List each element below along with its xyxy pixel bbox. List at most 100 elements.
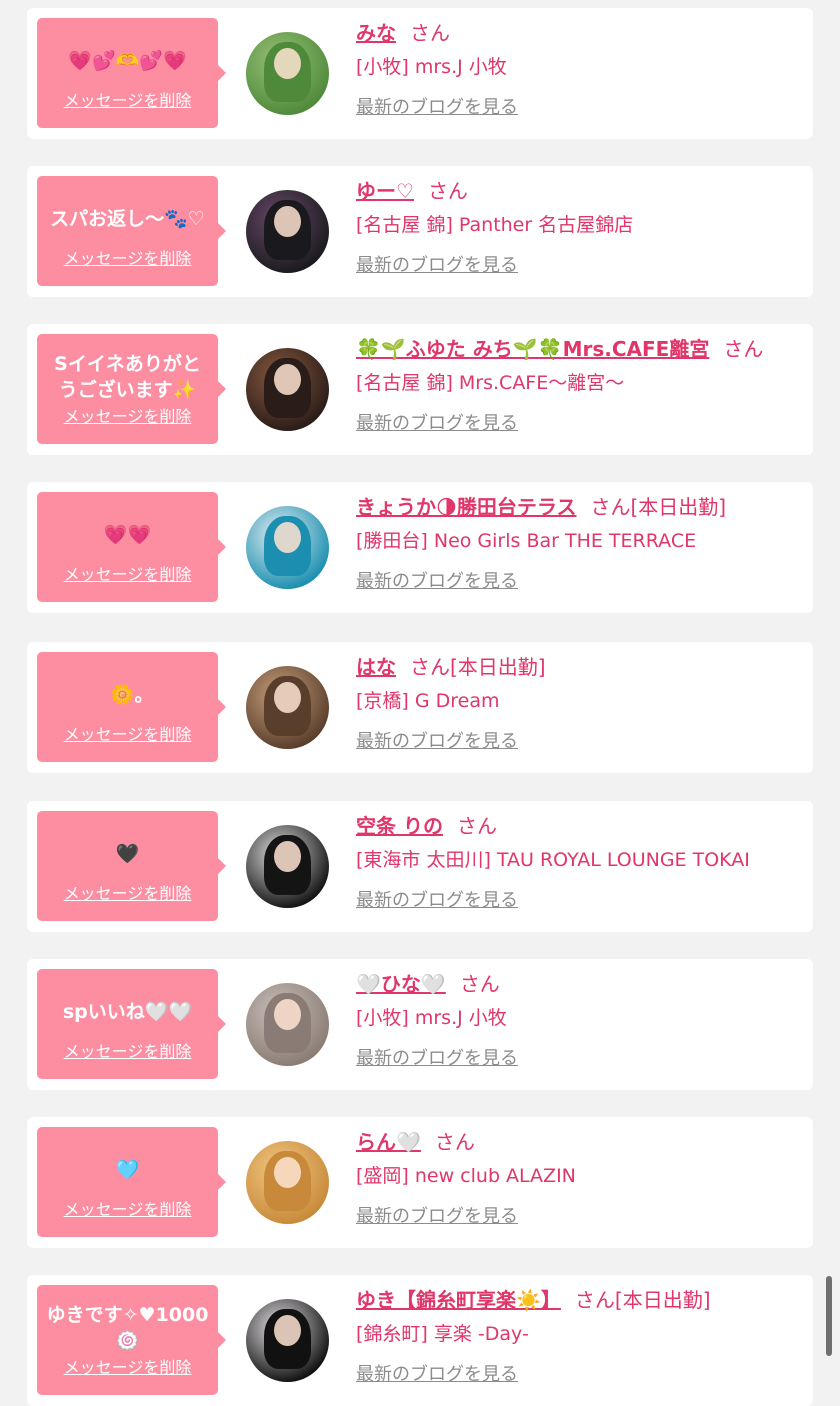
avatar[interactable] bbox=[246, 666, 329, 749]
message-bubble: 🩵 メッセージを削除 bbox=[37, 1127, 226, 1237]
sender-name-line: 🍀🌱ふゆた みち🌱🍀Mrs.CAFE離宮 さん bbox=[356, 334, 803, 364]
message-text: 💗💗 bbox=[103, 524, 152, 546]
message-card: ゆきです✧♥1000🍥 メッセージを削除 ゆき【錦糸町享楽☀️】 さん[本日出勤] [錦… bbox=[27, 1275, 813, 1406]
work-status: [本日出勤] bbox=[614, 1288, 711, 1312]
shop-name: [小牧] mrs.J 小牧 bbox=[356, 56, 507, 78]
message-bubble: スパお返し〜🐾♡ メッセージを削除 bbox=[37, 176, 226, 286]
scrollbar[interactable] bbox=[826, 1276, 832, 1356]
message-card: 💗💗 メッセージを削除 きょうか🌗勝田台テラス さん[本日出勤] [勝田台] Neo G… bbox=[27, 482, 813, 613]
view-latest-blog-link[interactable]: 最新のブログを見る bbox=[356, 1202, 518, 1228]
delete-message-link[interactable]: メッセージを削除 bbox=[37, 87, 218, 111]
message-card: spいいね🤍🤍 メッセージを削除 🤍ひな🤍 さん [小牧] mrs.J 小牧 最新のブログ… bbox=[27, 959, 813, 1090]
sender-info: 空条 りの さん [東海市 太田川] TAU ROYAL LOUNGE TOKAI 最… bbox=[356, 811, 803, 912]
avatar[interactable] bbox=[246, 506, 329, 589]
avatar-face bbox=[274, 841, 301, 872]
sender-info: 🍀🌱ふゆた みち🌱🍀Mrs.CAFE離宮 さん [名古屋 錦] Mrs.CAFE〜離… bbox=[356, 334, 803, 435]
message-bubble: 💗💗 メッセージを削除 bbox=[37, 492, 226, 602]
delete-message-link[interactable]: メッセージを削除 bbox=[37, 1354, 218, 1378]
view-latest-blog-link[interactable]: 最新のブログを見る bbox=[356, 567, 518, 593]
message-card: 🖤 メッセージを削除 空条 りの さん [東海市 太田川] TAU ROYAL LOUN… bbox=[27, 801, 813, 932]
honorific: さん bbox=[574, 1288, 615, 1312]
delete-message-link[interactable]: メッセージを削除 bbox=[37, 245, 218, 269]
sender-name-link[interactable]: らん🤍 bbox=[356, 1130, 421, 1154]
message-text: ゆきです✧♥1000🍥 bbox=[46, 1304, 209, 1352]
message-card: 🩵 メッセージを削除 らん🤍 さん [盛岡] new club ALAZIN 最新のブログ… bbox=[27, 1117, 813, 1248]
avatar-face bbox=[274, 1315, 301, 1346]
honorific: さん bbox=[590, 495, 631, 519]
delete-message-link[interactable]: メッセージを削除 bbox=[37, 880, 218, 904]
message-text: spいいね🤍🤍 bbox=[62, 1001, 193, 1023]
message-bubble: Sイイネありがとうございます✨ メッセージを削除 bbox=[37, 334, 226, 444]
sender-info: みな さん [小牧] mrs.J 小牧最新のブログを見る bbox=[356, 18, 803, 119]
avatar-face bbox=[274, 682, 301, 713]
message-text: 💗💕🫶💕💗 bbox=[68, 50, 187, 72]
avatar-face bbox=[274, 364, 301, 395]
avatar-face bbox=[274, 1157, 301, 1188]
sender-name-line: 空条 りの さん bbox=[356, 811, 803, 841]
message-text: 🩵 bbox=[115, 1159, 140, 1181]
sender-info: はな さん[本日出勤] [京橋] G Dream 最新のブログを見る bbox=[356, 652, 803, 753]
sender-name-line: みな さん bbox=[356, 18, 803, 48]
message-text: Sイイネありがとうございます✨ bbox=[54, 353, 201, 401]
sender-name-link[interactable]: 空条 りの bbox=[356, 814, 443, 838]
sender-name-link[interactable]: 🤍ひな🤍 bbox=[356, 972, 446, 996]
avatar-face bbox=[274, 206, 301, 237]
sender-info: ゆー♡ さん [名古屋 錦] Panther 名古屋錦店 最新のブログを見る bbox=[356, 176, 803, 277]
avatar-face bbox=[274, 999, 301, 1030]
delete-message-link[interactable]: メッセージを削除 bbox=[37, 721, 218, 745]
avatar[interactable] bbox=[246, 190, 329, 273]
message-bubble: 🖤 メッセージを削除 bbox=[37, 811, 226, 921]
shop-name: [東海市 太田川] TAU ROYAL LOUNGE TOKAI bbox=[356, 849, 750, 871]
sender-name-line: ゆき【錦糸町享楽☀️】 さん[本日出勤] bbox=[356, 1285, 803, 1315]
delete-message-link[interactable]: メッセージを削除 bbox=[37, 1038, 218, 1062]
message-bubble: 🌼｡ メッセージを削除 bbox=[37, 652, 226, 762]
message-card: 🌼｡ メッセージを削除 はな さん[本日出勤] [京橋] G Dream 最新のブログを見… bbox=[27, 642, 813, 773]
avatar-face bbox=[274, 48, 301, 79]
avatar[interactable] bbox=[246, 32, 329, 115]
shop-name: [勝田台] Neo Girls Bar THE TERRACE bbox=[356, 530, 697, 552]
sender-name-link[interactable]: ゆき【錦糸町享楽☀️】 bbox=[356, 1288, 561, 1312]
work-status: [本日出勤] bbox=[630, 495, 727, 519]
sender-name-link[interactable]: きょうか🌗勝田台テラス bbox=[356, 495, 576, 519]
sender-name-line: きょうか🌗勝田台テラス さん[本日出勤] bbox=[356, 492, 803, 522]
avatar[interactable] bbox=[246, 348, 329, 431]
avatar[interactable] bbox=[246, 983, 329, 1066]
honorific: さん bbox=[410, 655, 450, 679]
sender-name-line: らん🤍 さん bbox=[356, 1127, 803, 1157]
sender-name-link[interactable]: 🍀🌱ふゆた みち🌱🍀Mrs.CAFE離宮 bbox=[356, 337, 709, 361]
view-latest-blog-link[interactable]: 最新のブログを見る bbox=[356, 1044, 518, 1070]
message-text: 🌼｡ bbox=[110, 684, 145, 706]
sender-name-link[interactable]: みな bbox=[356, 21, 396, 45]
sender-info: ゆき【錦糸町享楽☀️】 さん[本日出勤] [錦糸町] 享楽 -Day- 最新のブログを… bbox=[356, 1285, 803, 1386]
message-text: スパお返し〜🐾♡ bbox=[50, 208, 205, 230]
delete-message-link[interactable]: メッセージを削除 bbox=[37, 403, 218, 427]
sender-info: 🤍ひな🤍 さん [小牧] mrs.J 小牧 最新のブログを見る bbox=[356, 969, 803, 1070]
sender-name-line: はな さん[本日出勤] bbox=[356, 652, 803, 682]
honorific: さん bbox=[723, 337, 764, 361]
sender-name-link[interactable]: ゆー♡ bbox=[356, 179, 414, 203]
view-latest-blog-link[interactable]: 最新のブログを見る bbox=[356, 1360, 518, 1386]
sender-info: きょうか🌗勝田台テラス さん[本日出勤] [勝田台] Neo Girls Bar T… bbox=[356, 492, 803, 593]
delete-message-link[interactable]: メッセージを削除 bbox=[37, 1196, 218, 1220]
work-status: [本日出勤] bbox=[450, 655, 546, 679]
view-latest-blog-link[interactable]: 最新のブログを見る bbox=[356, 409, 518, 435]
avatar[interactable] bbox=[246, 1299, 329, 1382]
view-latest-blog-link[interactable]: 最新のブログを見る bbox=[356, 251, 518, 277]
message-card: スパお返し〜🐾♡ メッセージを削除 ゆー♡ さん [名古屋 錦] Panther 名古屋… bbox=[27, 166, 813, 297]
view-latest-blog-link[interactable]: 最新のブログを見る bbox=[356, 93, 518, 119]
shop-name: [盛岡] new club ALAZIN bbox=[356, 1165, 576, 1187]
view-latest-blog-link[interactable]: 最新のブログを見る bbox=[356, 727, 518, 753]
view-latest-blog-link[interactable]: 最新のブログを見る bbox=[356, 886, 518, 912]
honorific: さん bbox=[410, 21, 450, 45]
message-bubble: ゆきです✧♥1000🍥 メッセージを削除 bbox=[37, 1285, 226, 1395]
avatar[interactable] bbox=[246, 825, 329, 908]
sender-name-link[interactable]: はな bbox=[356, 655, 396, 679]
honorific: さん bbox=[459, 972, 500, 996]
honorific: さん bbox=[456, 814, 497, 838]
shop-name: [名古屋 錦] Panther 名古屋錦店 bbox=[356, 214, 634, 236]
delete-message-link[interactable]: メッセージを削除 bbox=[37, 561, 218, 585]
avatar[interactable] bbox=[246, 1141, 329, 1224]
shop-name: [名古屋 錦] Mrs.CAFE〜離宮〜 bbox=[356, 372, 625, 394]
shop-name: [京橋] G Dream bbox=[356, 690, 500, 712]
message-bubble: spいいね🤍🤍 メッセージを削除 bbox=[37, 969, 226, 1079]
